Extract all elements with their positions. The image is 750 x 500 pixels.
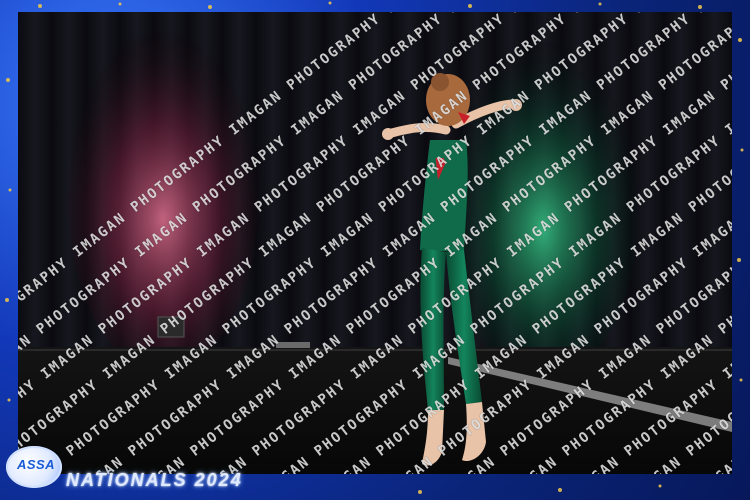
dance-photo (18, 12, 732, 474)
event-title: NATIONALS 2024 (66, 470, 243, 490)
assa-logo-text: ASSA (16, 457, 56, 472)
green-stage-light (448, 42, 638, 382)
stage-scene (18, 12, 732, 474)
floor-light-fixture (157, 316, 185, 338)
photo-frame: IMAGAN PHOTOGRAPHY IMAGAN PHOTOGRAPHY IM… (0, 0, 750, 500)
